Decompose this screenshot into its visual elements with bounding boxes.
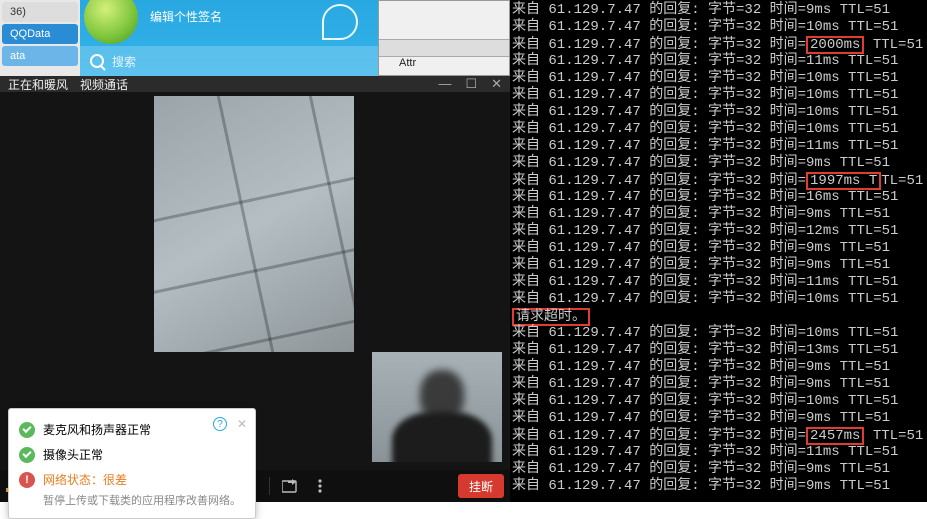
warning-icon: !: [19, 472, 35, 488]
ping-line: 来自 61.129.7.47 的回复: 字节=32 时间=10ms TTL=51: [512, 104, 927, 121]
search-bar[interactable]: 搜索: [80, 46, 378, 76]
qq-tab-strip: 36) QQData ata: [0, 0, 80, 76]
ping-line: 来自 61.129.7.47 的回复: 字节=32 时间=9ms TTL=51: [512, 206, 927, 223]
tab-item[interactable]: 36): [2, 2, 78, 22]
more-button[interactable]: [310, 476, 330, 496]
ping-line: 来自 61.129.7.47 的回复: 字节=32 时间=2457ms TTL=…: [512, 427, 927, 444]
close-button[interactable]: ✕: [491, 76, 502, 92]
ping-line: 来自 61.129.7.47 的回复: 字节=32 时间=9ms TTL=51: [512, 240, 927, 257]
titlebar[interactable]: 正在和暖风 视频通话 — ☐ ✕: [0, 76, 510, 92]
signature-field[interactable]: 编辑个性签名: [150, 8, 222, 25]
highlighted-latency: 2000ms: [806, 36, 864, 54]
ping-line: 来自 61.129.7.47 的回复: 字节=32 时间=10ms TTL=51: [512, 70, 927, 87]
ping-line: 来自 61.129.7.47 的回复: 字节=32 时间=10ms TTL=51: [512, 393, 927, 410]
ping-line: 来自 61.129.7.47 的回复: 字节=32 时间=11ms TTL=51: [512, 138, 927, 155]
tab-item[interactable]: ata: [2, 46, 78, 66]
remote-video: [154, 96, 354, 352]
minimize-button[interactable]: —: [438, 76, 451, 92]
ping-line: 来自 61.129.7.47 的回复: 字节=32 时间=10ms TTL=51: [512, 121, 927, 138]
ping-line: 来自 61.129.7.47 的回复: 字节=32 时间=9ms TTL=51: [512, 478, 927, 495]
share-button[interactable]: [280, 476, 300, 496]
ping-line: 请求超时。: [512, 308, 927, 325]
ping-line: 来自 61.129.7.47 的回复: 字节=32 时间=11ms TTL=51: [512, 53, 927, 70]
ping-line: 来自 61.129.7.47 的回复: 字节=32 时间=9ms TTL=51: [512, 461, 927, 478]
status-camera: 摄像头正常: [43, 446, 103, 463]
ping-line: 来自 61.129.7.47 的回复: 字节=32 时间=10ms TTL=51: [512, 291, 927, 308]
local-video: [372, 352, 502, 462]
search-icon: [90, 54, 104, 68]
ping-line: 来自 61.129.7.47 的回复: 字节=32 时间=1997ms TTL=…: [512, 172, 927, 189]
help-icon[interactable]: ?: [213, 417, 227, 431]
close-icon[interactable]: ✕: [237, 417, 247, 431]
avatar[interactable]: [84, 0, 138, 44]
ping-line: 来自 61.129.7.47 的回复: 字节=32 时间=11ms TTL=51: [512, 274, 927, 291]
status-network-hint: 暂停上传或下载类的应用程序改善网络。: [19, 492, 245, 508]
ping-line: 来自 61.129.7.47 的回复: 字节=32 时间=12ms TTL=51: [512, 223, 927, 240]
ping-line: 来自 61.129.7.47 的回复: 字节=32 时间=10ms TTL=51: [512, 19, 927, 36]
design-panel-fragment: Attr: [378, 0, 510, 76]
ping-line: 来自 61.129.7.47 的回复: 字节=32 时间=9ms TTL=51: [512, 155, 927, 172]
ping-line: 来自 61.129.7.47 的回复: 字节=32 时间=10ms TTL=51: [512, 325, 927, 342]
tab-item[interactable]: QQData: [2, 24, 78, 44]
peer-name: 正在和暖风: [8, 76, 68, 93]
hangup-button[interactable]: 挂断: [458, 474, 504, 498]
ping-line: 来自 61.129.7.47 的回复: 字节=32 时间=2000ms TTL=…: [512, 36, 927, 53]
qq-header: 编辑个性签名 搜索: [80, 0, 378, 76]
check-icon: [19, 422, 35, 438]
ping-line: 来自 61.129.7.47 的回复: 字节=32 时间=9ms TTL=51: [512, 257, 927, 274]
terminal-window[interactable]: 来自 61.129.7.47 的回复: 字节=32 时间=9ms TTL=51来…: [510, 0, 927, 502]
ping-line: 来自 61.129.7.47 的回复: 字节=32 时间=9ms TTL=51: [512, 2, 927, 19]
ping-line: 来自 61.129.7.47 的回复: 字节=32 时间=13ms TTL=51: [512, 342, 927, 359]
search-placeholder: 搜索: [112, 53, 136, 70]
ping-line: 来自 61.129.7.47 的回复: 字节=32 时间=16ms TTL=51: [512, 189, 927, 206]
weather-icon[interactable]: [322, 4, 358, 40]
ping-line: 来自 61.129.7.47 的回复: 字节=32 时间=10ms TTL=51: [512, 87, 927, 104]
attr-label: Attr: [399, 57, 416, 69]
check-icon: [19, 447, 35, 463]
call-mode: 视频通话: [80, 76, 128, 93]
highlighted-latency: 1997ms T: [806, 172, 881, 190]
ping-line: 来自 61.129.7.47 的回复: 字节=32 时间=9ms TTL=51: [512, 376, 927, 393]
ping-line: 来自 61.129.7.47 的回复: 字节=32 时间=9ms TTL=51: [512, 359, 927, 376]
highlighted-timeout: 请求超时。: [512, 308, 590, 326]
qq-panel: 36) QQData ata 编辑个性签名 搜索: [0, 0, 378, 76]
ping-line: 来自 61.129.7.47 的回复: 字节=32 时间=9ms TTL=51: [512, 410, 927, 427]
status-popup: ? ✕ 麦克风和扬声器正常 摄像头正常 ! 网络状态：很差 暂停上传或下载类的应…: [8, 408, 256, 519]
maximize-button[interactable]: ☐: [465, 76, 477, 92]
status-network: 网络状态：很差: [43, 471, 127, 488]
ping-line: 来自 61.129.7.47 的回复: 字节=32 时间=11ms TTL=51: [512, 444, 927, 461]
status-mic-speaker: 麦克风和扬声器正常: [43, 421, 151, 438]
highlighted-latency: 2457ms: [806, 427, 864, 445]
